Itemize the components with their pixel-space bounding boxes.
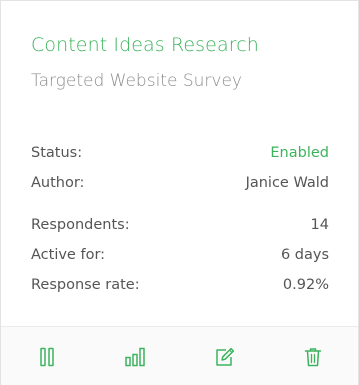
trash-icon: [304, 348, 322, 367]
status-value: Enabled: [270, 145, 329, 161]
active-for-row: Active for: 6 days: [31, 247, 329, 269]
pause-icon: [40, 347, 54, 367]
status-label: Status:: [31, 145, 83, 161]
survey-title[interactable]: Content Ideas Research: [31, 34, 259, 56]
delete-button[interactable]: [300, 345, 326, 369]
active-for-value: 6 days: [280, 247, 329, 263]
response-rate-row: Response rate: 0.92%: [31, 277, 329, 299]
respondents-row: Respondents: 14: [31, 217, 329, 239]
status-row: Status: Enabled: [31, 145, 329, 167]
response-rate-label: Response rate:: [31, 277, 140, 293]
author-value: Janice Wald: [245, 175, 329, 191]
bar-chart-icon: [125, 347, 145, 367]
edit-button[interactable]: [212, 345, 238, 369]
response-rate-value: 0.92%: [282, 277, 329, 293]
survey-card: Content Ideas Research Targeted Website …: [0, 0, 359, 385]
author-label: Author:: [31, 175, 85, 191]
active-for-label: Active for:: [31, 247, 106, 263]
pause-button[interactable]: [34, 345, 60, 369]
results-button[interactable]: [122, 345, 148, 369]
edit-icon: [216, 347, 235, 366]
card-actions: [1, 326, 358, 385]
respondents-value: 14: [310, 217, 329, 233]
author-row: Author: Janice Wald: [31, 175, 329, 197]
survey-subtitle: Targeted Website Survey: [31, 71, 242, 91]
respondents-label: Respondents:: [31, 217, 130, 233]
